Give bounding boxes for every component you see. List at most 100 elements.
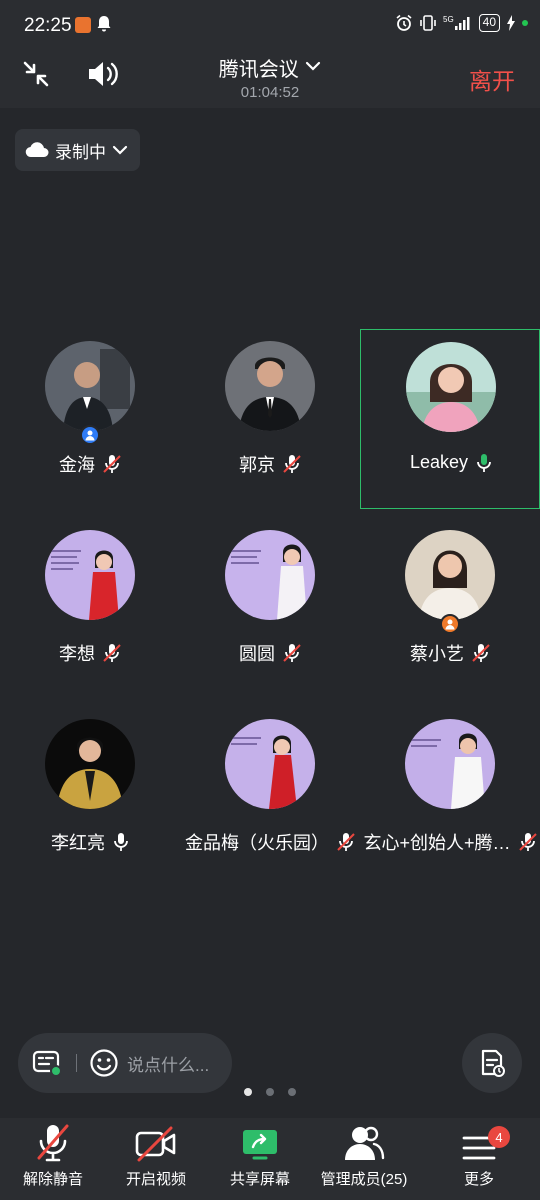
participant-name-row: 李红亮 — [0, 829, 180, 855]
page-indicator — [0, 1088, 540, 1096]
participant-name-row: 郭京 — [180, 451, 360, 477]
participant-name-row: 金品梅（火乐园） — [180, 829, 360, 855]
chevron-down-icon — [306, 61, 321, 71]
more-badge: 4 — [488, 1126, 510, 1148]
start-video-label: 开启视频 — [125, 1171, 186, 1188]
participant-tile[interactable]: 李红亮 — [0, 707, 180, 887]
speaker-button[interactable] — [85, 58, 121, 90]
avatar — [406, 342, 496, 432]
notes-button[interactable] — [462, 1033, 522, 1093]
mic-muted-icon — [283, 455, 301, 473]
meeting-title-area[interactable]: 腾讯会议 01:04:52 — [0, 52, 540, 101]
participant-tile[interactable]: 玄心+创始人+腾… — [360, 707, 540, 887]
minimize-button[interactable] — [20, 58, 52, 90]
avatar — [225, 341, 315, 431]
avatar — [45, 341, 135, 431]
status-dot — [522, 20, 528, 26]
svg-text:5G: 5G — [443, 15, 454, 24]
participant-tile-active[interactable]: Leakey — [360, 329, 540, 509]
cloud-icon — [25, 142, 49, 158]
leave-button[interactable]: 离开 — [469, 62, 515, 96]
participant-tile[interactable]: 李想 — [0, 518, 180, 698]
meeting-header: 腾讯会议 01:04:52 离开 — [0, 52, 540, 108]
members-icon — [345, 1126, 385, 1160]
avatar — [45, 530, 135, 620]
unmute-button[interactable]: 解除静音 — [8, 1118, 98, 1200]
meeting-timer: 01:04:52 — [240, 84, 300, 101]
page-dot — [266, 1088, 274, 1096]
avatar — [405, 719, 495, 809]
manage-members-button[interactable]: 管理成员(25) — [314, 1118, 414, 1200]
chevron-down-icon — [112, 145, 128, 155]
status-time: 22:25 — [24, 15, 72, 36]
bottom-toolbar: 解除静音 开启视频 共享屏幕 管理成员(25) 4 更多 — [0, 1118, 540, 1200]
page-dot-active — [244, 1088, 252, 1096]
participant-name-row: Leakey — [361, 452, 540, 473]
chat-bar[interactable]: 说点什么... — [18, 1033, 232, 1093]
participant-name: 郭京 — [239, 455, 275, 475]
participant-name: 李红亮 — [51, 833, 105, 853]
participant-name: 圆圆 — [239, 644, 275, 664]
participant-name-row: 蔡小艺 — [360, 640, 540, 666]
participant-name: 金品梅（火乐园） — [185, 833, 329, 853]
bell-icon — [97, 15, 111, 38]
status-indicators: 5G 40 — [395, 14, 528, 32]
participant-name-row: 玄心+创始人+腾… — [360, 829, 540, 855]
avatar — [225, 719, 315, 809]
recording-label: 录制中 — [55, 142, 106, 162]
mic-on-icon — [114, 833, 128, 851]
unmute-label: 解除静音 — [22, 1171, 83, 1188]
mic-muted-icon — [37, 1124, 69, 1162]
participant-name-row: 金海 — [0, 451, 180, 477]
chat-divider — [76, 1054, 77, 1072]
app-notification-icon — [75, 17, 91, 33]
chat-input[interactable]: 说点什么... — [127, 1051, 209, 1076]
minimize-icon — [23, 61, 49, 87]
participant-tile[interactable]: 金海 — [0, 329, 180, 509]
participant-name-row: 圆圆 — [180, 640, 360, 666]
avatar — [45, 719, 135, 809]
mic-muted-icon — [103, 644, 121, 662]
participant-name-row: 李想 — [0, 640, 180, 666]
share-screen-button[interactable]: 共享屏幕 — [215, 1118, 305, 1200]
recording-indicator[interactable]: 录制中 — [15, 129, 140, 171]
participant-tile[interactable]: 金品梅（火乐园） — [180, 707, 360, 887]
caption-icon — [32, 1050, 62, 1077]
mic-speaking-icon — [477, 453, 491, 472]
participant-tile[interactable]: 蔡小艺 — [360, 518, 540, 698]
participant-tile[interactable]: 郭京 — [180, 329, 360, 509]
vibrate-icon — [419, 15, 436, 31]
mic-muted-icon — [103, 455, 121, 473]
mic-muted-icon — [337, 833, 355, 851]
avatar — [225, 530, 315, 620]
start-video-button[interactable]: 开启视频 — [111, 1118, 201, 1200]
meeting-title[interactable]: 腾讯会议 — [219, 53, 299, 82]
avatar — [405, 530, 495, 620]
manage-members-label: 管理成员(25) — [320, 1171, 408, 1188]
participant-name: 蔡小艺 — [410, 644, 464, 664]
participant-name: Leakey — [409, 452, 469, 472]
video-off-icon — [135, 1126, 176, 1162]
more-label: 更多 — [463, 1171, 494, 1188]
more-button[interactable]: 4 更多 — [444, 1118, 514, 1200]
share-screen-label: 共享屏幕 — [229, 1171, 290, 1188]
status-bar: 22:25 5G 40 — [0, 0, 540, 52]
signal-icon: 5G — [443, 15, 470, 30]
page-dot — [288, 1088, 296, 1096]
participant-tile[interactable]: 圆圆 — [180, 518, 360, 698]
mic-muted-icon — [472, 644, 490, 662]
participant-name: 李想 — [59, 644, 95, 664]
mic-muted-icon — [283, 644, 301, 662]
alarm-icon — [396, 14, 412, 31]
battery-indicator: 40 — [478, 14, 500, 32]
charging-icon — [507, 15, 515, 31]
notes-icon — [481, 1049, 505, 1077]
mic-muted-icon — [518, 833, 537, 851]
host-badge-icon — [80, 425, 100, 445]
participant-name: 金海 — [59, 455, 95, 475]
participant-name: 玄心+创始人+腾… — [363, 833, 511, 853]
cohost-badge-icon — [440, 614, 460, 634]
emoji-icon — [90, 1049, 118, 1077]
speaker-icon — [89, 62, 118, 86]
share-screen-icon — [243, 1130, 277, 1160]
